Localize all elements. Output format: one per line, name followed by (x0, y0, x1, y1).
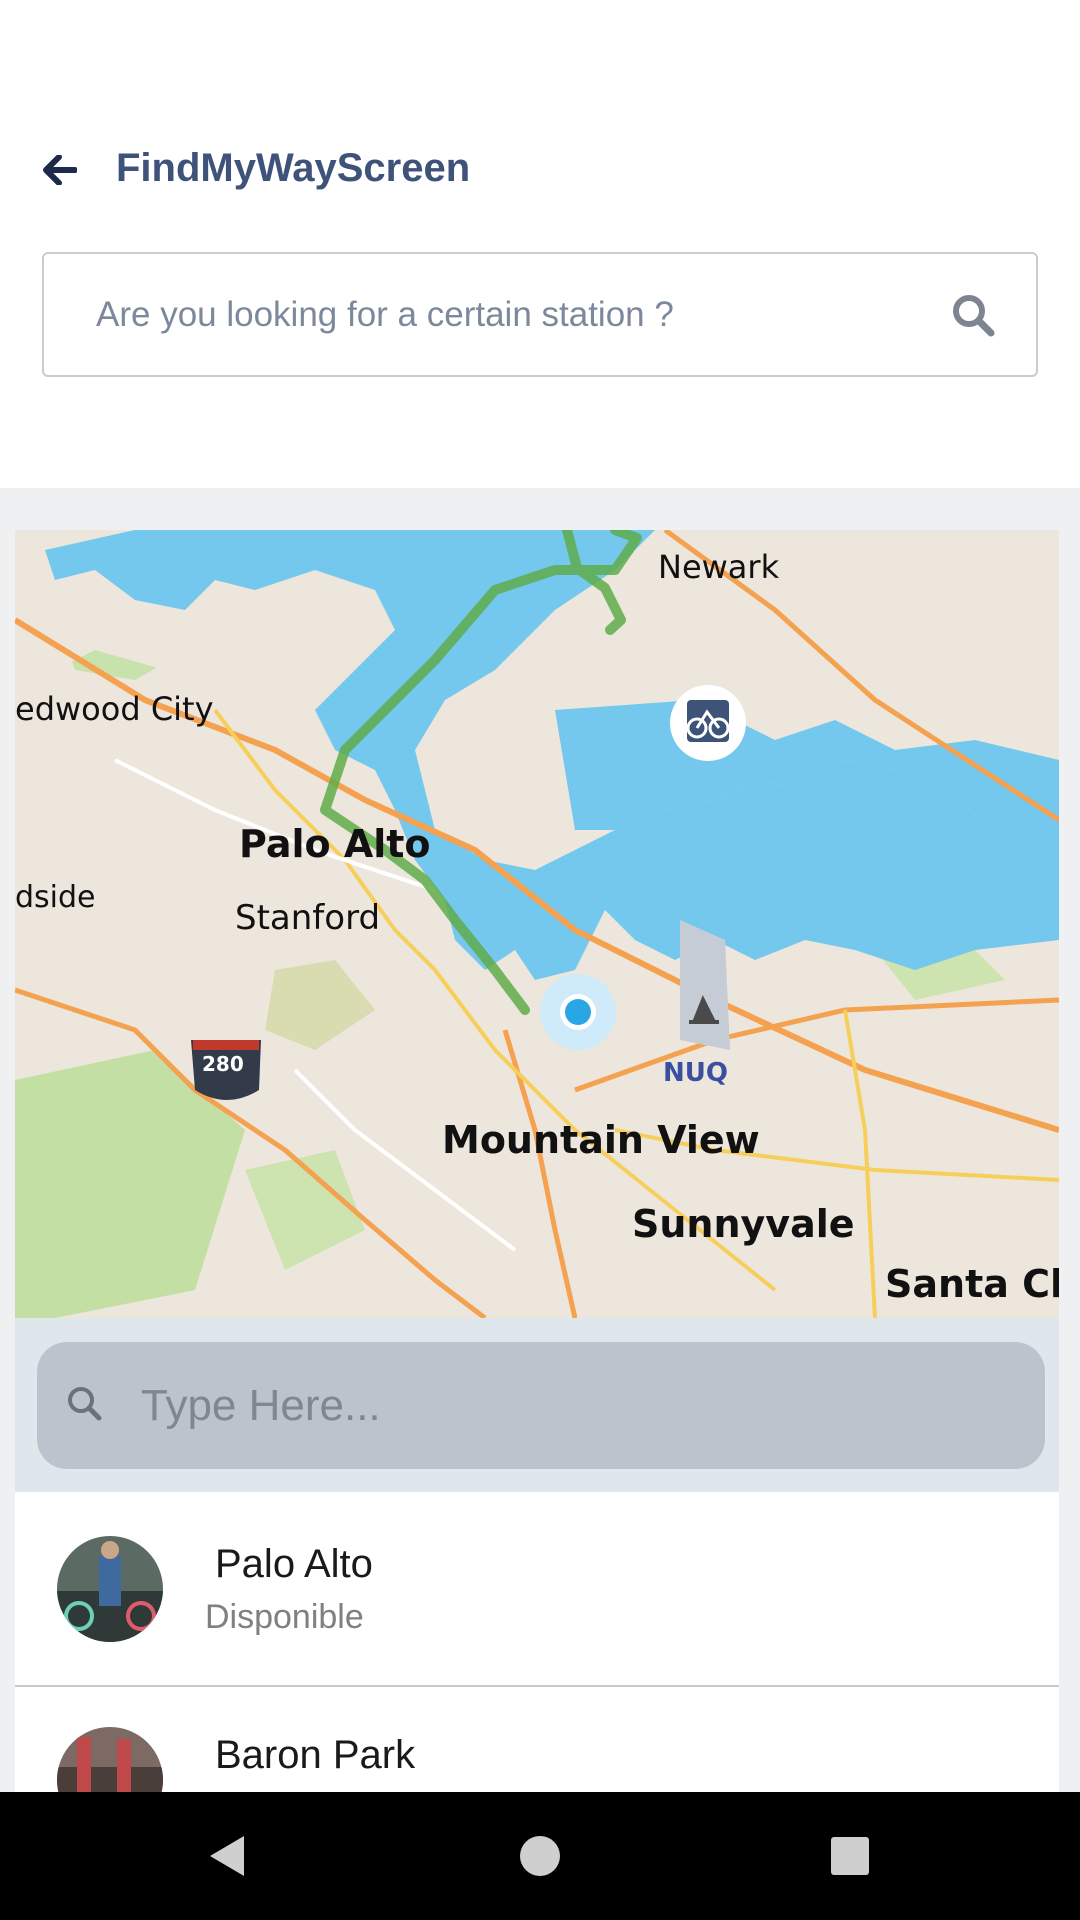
triangle-back-icon (210, 1836, 244, 1876)
map-view[interactable]: Newark edwood City Palo Alto Stanford ds… (15, 530, 1059, 1318)
nav-back-button[interactable] (194, 1824, 258, 1888)
station-search-input[interactable] (96, 254, 956, 375)
user-location-dot (565, 999, 591, 1025)
station-avatar (57, 1536, 163, 1642)
circle-home-icon (520, 1836, 560, 1876)
search-icon (63, 1382, 109, 1428)
map-label-redwood-city: edwood City (15, 690, 214, 728)
map-canvas (15, 530, 1059, 1318)
map-label-newark: Newark (658, 548, 780, 586)
map-label-nuq: NUQ (663, 1058, 728, 1088)
search-icon[interactable] (950, 292, 996, 338)
map-label-santa-clara: Santa Cla (885, 1262, 1059, 1306)
map-label-woodside: dside (15, 880, 96, 915)
map-label-stanford: Stanford (235, 898, 381, 938)
nav-recents-button[interactable] (818, 1824, 882, 1888)
station-name: Baron Park (215, 1733, 416, 1777)
map-label-mountain-view: Mountain View (442, 1118, 760, 1162)
station-filter-field[interactable] (37, 1342, 1045, 1469)
back-button[interactable] (30, 140, 90, 200)
station-list-panel: Palo Alto Disponible Baron Park (15, 1318, 1059, 1881)
map-label-highway-280: 280 (202, 1052, 244, 1076)
station-status: Disponible (205, 1598, 364, 1636)
station-filter-input[interactable] (141, 1342, 1021, 1469)
station-search-field[interactable] (42, 252, 1038, 377)
square-recents-icon (831, 1837, 869, 1875)
station-list-item[interactable]: Palo Alto Disponible (15, 1492, 1059, 1686)
page-title: FindMyWayScreen (116, 146, 471, 190)
arrow-left-icon (43, 155, 77, 185)
nav-home-button[interactable] (508, 1824, 572, 1888)
system-navigation-bar (0, 1792, 1080, 1920)
map-label-palo-alto: Palo Alto (239, 822, 431, 866)
map-label-sunnyvale: Sunnyvale (632, 1202, 855, 1246)
app-header: FindMyWayScreen (0, 0, 1080, 488)
filter-bar-area (15, 1318, 1059, 1492)
station-name: Palo Alto (215, 1542, 373, 1586)
airport-area (680, 920, 730, 1050)
